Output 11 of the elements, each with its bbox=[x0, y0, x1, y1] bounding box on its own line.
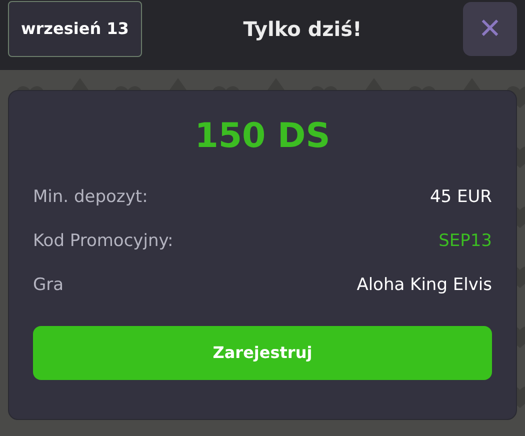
detail-label: Kod Promocyjny: bbox=[33, 230, 174, 254]
bonus-amount: 150 DS bbox=[194, 115, 332, 158]
date-button[interactable]: wrzesień 13 bbox=[8, 1, 142, 57]
header-title: Tylko dziś! bbox=[243, 16, 362, 43]
detail-label: Min. depozyt: bbox=[33, 186, 148, 210]
detail-value: 45 EUR bbox=[430, 186, 492, 210]
detail-value: Aloha King Elvis bbox=[356, 274, 492, 298]
detail-label: Gra bbox=[33, 274, 64, 298]
detail-value: SEP13 bbox=[438, 230, 492, 254]
register-button[interactable]: Zarejestruj bbox=[33, 326, 492, 380]
close-button[interactable]: ✕ bbox=[462, 2, 517, 56]
